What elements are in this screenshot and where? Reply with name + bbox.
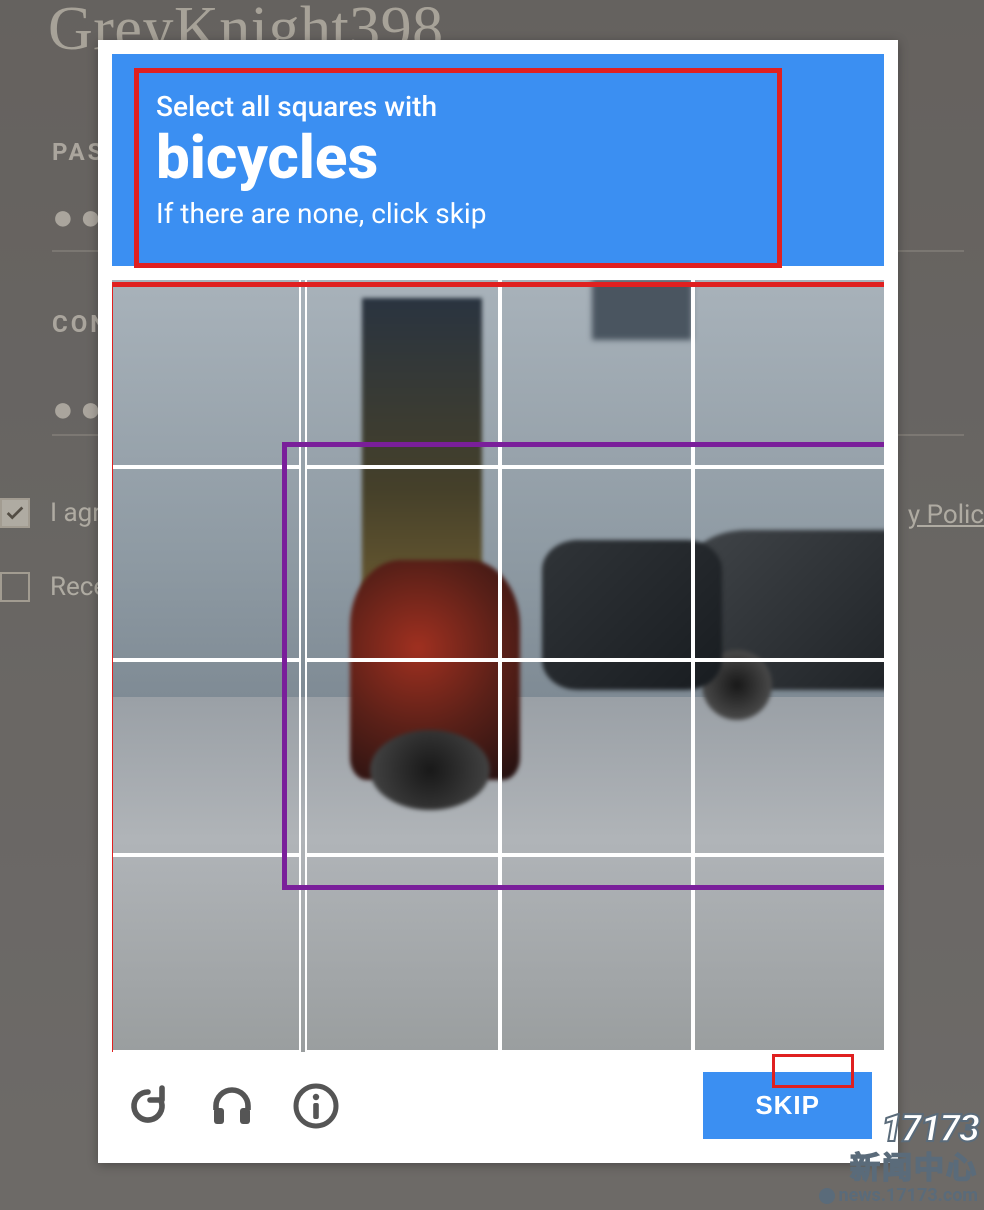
captcha-tile[interactable] <box>305 658 502 855</box>
captcha-header: Select all squares with bicycles If ther… <box>112 54 884 266</box>
captcha-tile[interactable] <box>112 280 301 469</box>
captcha-tile[interactable] <box>498 855 695 1052</box>
captcha-tile[interactable] <box>112 855 301 1052</box>
captcha-tile[interactable] <box>112 465 301 662</box>
captcha-tile[interactable] <box>498 658 695 855</box>
headphones-icon[interactable] <box>208 1082 256 1130</box>
captcha-tile[interactable] <box>691 465 884 662</box>
captcha-footer: SKIP <box>98 1052 898 1163</box>
captcha-instruction-post: If there are none, click skip <box>156 197 840 230</box>
reload-icon[interactable] <box>124 1082 172 1130</box>
captcha-tile[interactable] <box>691 280 884 469</box>
info-icon[interactable] <box>292 1082 340 1130</box>
captcha-instruction-pre: Select all squares with <box>156 90 840 123</box>
captcha-tile[interactable] <box>691 658 884 855</box>
captcha-tile[interactable] <box>305 465 502 662</box>
captcha-tile[interactable] <box>498 465 695 662</box>
captcha-target: bicycles <box>156 125 840 191</box>
captcha-tile[interactable] <box>305 280 502 469</box>
captcha-tile[interactable] <box>498 280 695 469</box>
captcha-tile[interactable] <box>112 658 301 855</box>
skip-button[interactable]: SKIP <box>703 1072 872 1139</box>
captcha-image-grid <box>112 280 884 1052</box>
captcha-modal: Select all squares with bicycles If ther… <box>98 40 898 1163</box>
captcha-tile[interactable] <box>691 855 884 1052</box>
captcha-tile[interactable] <box>305 855 502 1052</box>
